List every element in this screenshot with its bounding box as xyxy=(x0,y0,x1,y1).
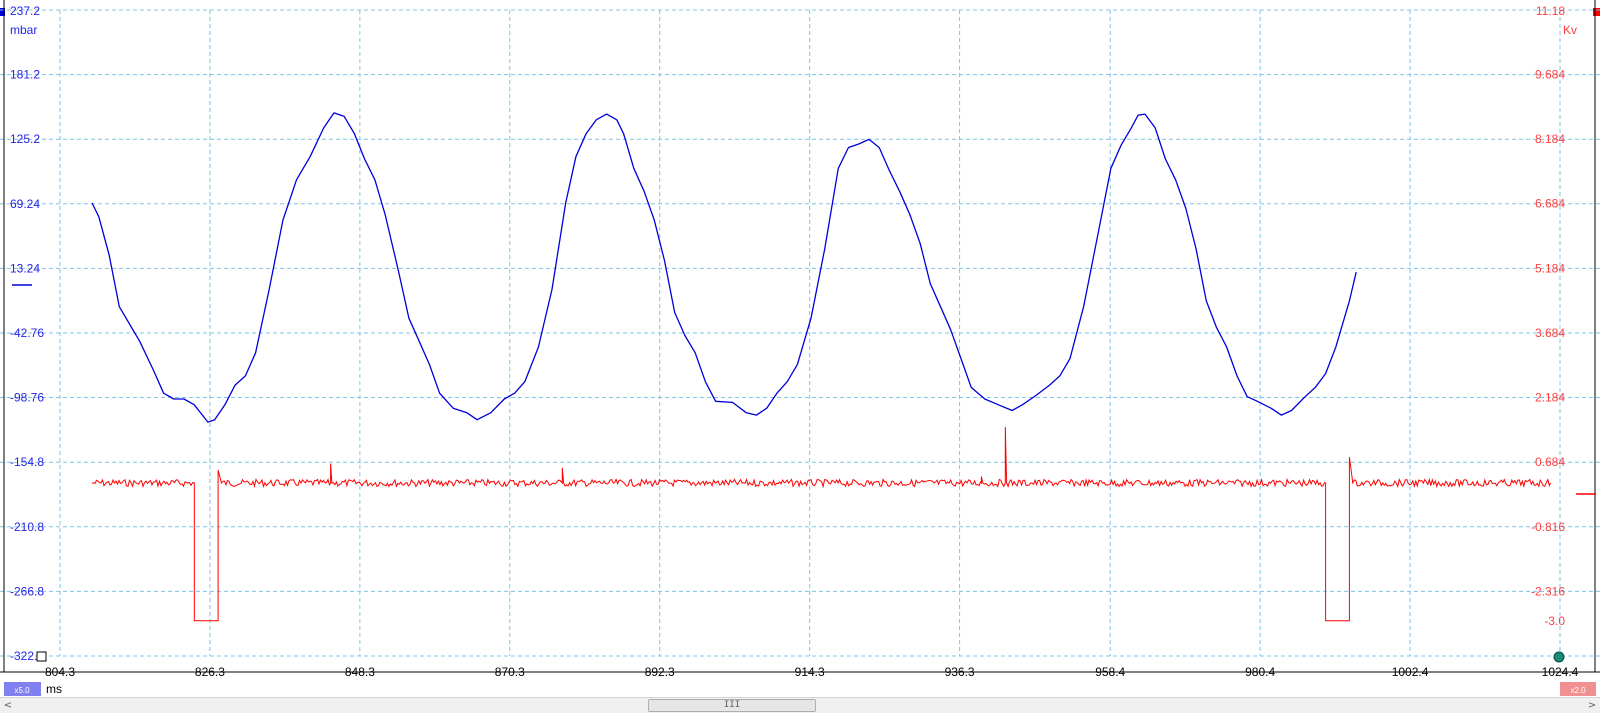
right-channel-marker[interactable] xyxy=(1593,8,1600,16)
chevron-left-icon[interactable]: < xyxy=(0,698,16,713)
left-axis-tick-label: 13.24 xyxy=(10,261,40,275)
right-axis-tick-label: 3.684 xyxy=(1535,326,1565,340)
x-axis-tick-label: 892.3 xyxy=(645,665,675,679)
left-axis-tick-label: -98.76 xyxy=(10,391,44,405)
grip-icon: III xyxy=(723,700,741,710)
left-axis-tick-label: 237.2 xyxy=(10,4,40,18)
x-axis-tick-label: 958.4 xyxy=(1095,665,1125,679)
left-axis-tick-label: -42.76 xyxy=(10,326,44,340)
end-cursor-marker[interactable] xyxy=(1553,651,1565,663)
x-axis-tick-label: 826.3 xyxy=(195,665,225,679)
oscilloscope-chart[interactable]: 237.2 181.2 125.2 69.24 13.24 -42.76 -98.76 -15… xyxy=(0,0,1600,713)
x-axis-unit: ms xyxy=(46,682,62,696)
left-axis-tick-label: 125.2 xyxy=(10,132,40,146)
x-axis-tick-label: 980.4 xyxy=(1245,665,1275,679)
x-axis-tick-label: 848.3 xyxy=(345,665,375,679)
x-axis-tick-label: 936.3 xyxy=(945,665,975,679)
scroll-thumb[interactable]: III xyxy=(648,699,816,712)
right-axis-unit: Kv xyxy=(1563,23,1577,37)
right-axis-cursor-label: -3.0 xyxy=(1544,614,1565,628)
right-zoom-label: x2.0 xyxy=(1570,686,1586,695)
left-axis-tick-label: 181.2 xyxy=(10,68,40,82)
x-axis-tick-label: 914.3 xyxy=(795,665,825,679)
chevron-right-icon[interactable]: > xyxy=(1584,698,1600,713)
right-axis-tick-label: 8.184 xyxy=(1535,132,1565,146)
right-axis-tick-label: 6.684 xyxy=(1535,197,1565,211)
right-axis-tick-label: 11.18 xyxy=(1536,4,1565,18)
right-axis-tick-label: -2.316 xyxy=(1531,584,1565,598)
left-axis-tick-label: -266.8 xyxy=(10,584,44,598)
x-axis-tick-label: 1002.4 xyxy=(1392,665,1429,679)
horizontal-scrollbar[interactable]: < III > xyxy=(0,697,1600,713)
left-axis-tick-label: 69.24 xyxy=(10,197,40,211)
start-cursor-marker[interactable] xyxy=(36,651,47,662)
right-axis-tick-label: 0.684 xyxy=(1535,455,1565,469)
x-axis-tick-label: 870.3 xyxy=(495,665,525,679)
right-axis-tick-label: -0.816 xyxy=(1531,520,1565,534)
right-axis-tick-label: 2.184 xyxy=(1535,391,1565,405)
right-axis-tick-label: 9.684 xyxy=(1535,67,1565,81)
x-axis-tick-label: 804.3 xyxy=(45,665,75,679)
left-zoom-label: x5.0 xyxy=(14,686,30,695)
left-axis-tick-label: -154.8 xyxy=(10,455,44,469)
left-axis-unit: mbar xyxy=(10,23,37,37)
left-axis-tick-label: -210.8 xyxy=(10,520,44,534)
x-axis-tick-label: 1024.4 xyxy=(1542,665,1579,679)
right-axis-tick-label: 5.184 xyxy=(1535,261,1565,275)
